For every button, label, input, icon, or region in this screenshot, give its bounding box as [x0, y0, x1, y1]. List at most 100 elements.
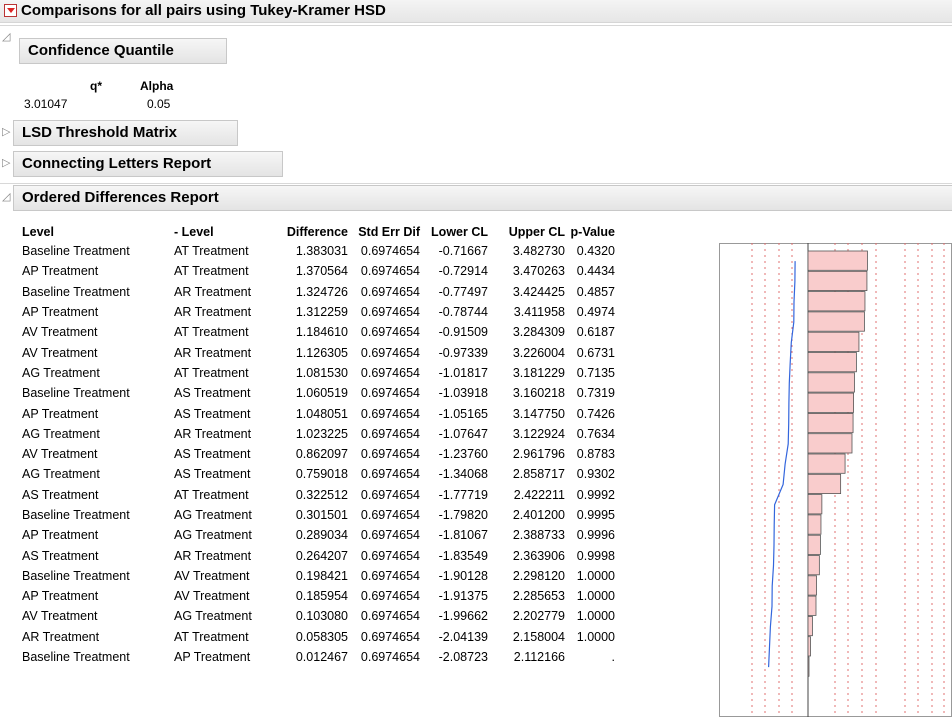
- difference-bar: [807, 270, 868, 291]
- cell-difference: 0.012467: [295, 650, 348, 665]
- cell-std-err-dif: 0.6974654: [360, 650, 420, 665]
- cell-std-err-dif: 0.6974654: [360, 284, 420, 299]
- cell-lower-cl: -0.71667: [438, 244, 488, 259]
- cell-difference: 1.060519: [295, 386, 348, 401]
- difference-bar: [807, 331, 860, 352]
- difference-bar: [807, 392, 855, 413]
- cell-lower-cl: -2.08723: [438, 650, 488, 665]
- lsd-threshold-matrix-header[interactable]: LSD Threshold Matrix: [13, 120, 238, 146]
- cell-std-err-dif: 0.6974654: [360, 447, 420, 462]
- cell-lower-cl: -0.72914: [438, 264, 488, 279]
- cell-std-err-dif: 0.6974654: [360, 508, 420, 522]
- cell-upper-cl: 3.482730: [512, 244, 565, 259]
- col-header-p-value: p-Value: [570, 225, 615, 239]
- cell-difference: 1.370564: [295, 264, 348, 279]
- table-row: Baseline Treatment AV Treatment 0.198421 0.…: [22, 566, 615, 586]
- cell-minus-level: AG Treatment: [174, 609, 252, 624]
- cell-upper-cl: 2.961796: [512, 447, 565, 462]
- cell-lower-cl: -2.04139: [438, 629, 488, 644]
- lsd-threshold-matrix-label: LSD Threshold Matrix: [22, 124, 178, 141]
- cell-lower-cl: -1.05165: [438, 406, 488, 421]
- cell-minus-level: AR Treatment: [174, 345, 252, 360]
- cell-std-err-dif: 0.6974654: [360, 589, 420, 604]
- cell-level: Baseline Treatment: [22, 284, 130, 299]
- cell-p-value: 0.4857: [576, 284, 615, 299]
- cell-std-err-dif: 0.6974654: [360, 467, 420, 482]
- cell-difference: 1.383031: [295, 244, 348, 259]
- cell-level: AR Treatment: [22, 629, 100, 644]
- cell-p-value: 0.7135: [576, 365, 615, 380]
- cell-p-value: .: [611, 650, 615, 665]
- difference-bar: [807, 453, 846, 474]
- cell-std-err-dif: 0.6974654: [360, 528, 420, 543]
- cell-level: AV Treatment: [22, 447, 98, 462]
- col-header-lower-cl: Lower CL: [431, 225, 488, 239]
- cell-p-value: 1.0000: [576, 629, 615, 644]
- cell-upper-cl: 3.122924: [512, 426, 565, 441]
- difference-bar: [807, 352, 857, 373]
- cell-lower-cl: -1.77719: [438, 487, 488, 502]
- cell-difference: 1.126305: [295, 345, 348, 360]
- table-header-row: Level - Level Difference Std Err Dif Low…: [22, 223, 615, 241]
- cell-upper-cl: 2.112166: [513, 650, 565, 665]
- cell-p-value: 0.9998: [576, 548, 615, 563]
- cell-upper-cl: 3.181229: [512, 365, 565, 380]
- difference-bar: [807, 412, 854, 434]
- cell-minus-level: AR Treatment: [174, 426, 252, 441]
- alpha-header: Alpha: [140, 79, 174, 93]
- cell-level: AV Treatment: [22, 345, 98, 360]
- cell-std-err-dif: 0.6974654: [360, 406, 420, 421]
- cell-level: Baseline Treatment: [22, 386, 130, 401]
- cell-difference: 0.058305: [295, 629, 348, 644]
- cell-upper-cl: 2.298120: [512, 568, 565, 583]
- ordered-differences-header[interactable]: Ordered Differences Report: [13, 185, 952, 211]
- cell-difference: 0.264207: [295, 548, 348, 563]
- cell-lower-cl: -1.34068: [438, 467, 488, 482]
- cell-difference: 1.048051: [295, 406, 348, 421]
- cell-p-value: 0.6731: [576, 345, 615, 360]
- table-row: AP Treatment AV Treatment 0.185954 0.697465…: [22, 586, 615, 606]
- cell-lower-cl: -0.97339: [438, 345, 488, 360]
- red-triangle-menu-icon[interactable]: [4, 4, 17, 17]
- cell-lower-cl: -1.07647: [438, 426, 488, 441]
- cell-level: Baseline Treatment: [22, 650, 130, 665]
- cell-upper-cl: 3.284309: [512, 325, 565, 340]
- cell-level: Baseline Treatment: [22, 244, 130, 259]
- q-star-value: 3.01047: [24, 97, 68, 111]
- table-row: Baseline Treatment AS Treatment 1.060519 0.…: [22, 383, 615, 403]
- connecting-letters-header[interactable]: Connecting Letters Report: [13, 151, 283, 177]
- difference-bar: [807, 494, 823, 515]
- cell-minus-level: AT Treatment: [174, 487, 249, 502]
- table-row: AS Treatment AR Treatment 0.264207 0.697465…: [22, 545, 615, 565]
- cell-difference: 0.185954: [295, 589, 348, 604]
- difference-bar: [807, 291, 866, 312]
- cell-p-value: 0.4320: [576, 244, 615, 259]
- cell-minus-level: AV Treatment: [174, 568, 250, 583]
- disclosure-open-icon[interactable]: ◿: [2, 30, 14, 44]
- cell-level: AG Treatment: [22, 365, 100, 380]
- cell-level: AV Treatment: [22, 325, 98, 340]
- cell-minus-level: AT Treatment: [174, 264, 249, 279]
- report-title: Comparisons for all pairs using Tukey-Kr…: [21, 2, 386, 19]
- cell-level: Baseline Treatment: [22, 568, 130, 583]
- cell-minus-level: AV Treatment: [174, 589, 250, 604]
- cell-lower-cl: -1.23760: [438, 447, 488, 462]
- difference-bar: [807, 534, 821, 555]
- cell-p-value: 1.0000: [576, 568, 615, 583]
- difference-bar: [807, 473, 842, 495]
- cell-difference: 1.023225: [295, 426, 348, 441]
- col-header-difference: Difference: [286, 225, 348, 239]
- cell-p-value: 0.9302: [576, 467, 615, 482]
- table-row: AV Treatment AG Treatment 0.103080 0.697465…: [22, 606, 615, 626]
- cell-p-value: 0.4434: [576, 264, 615, 279]
- cell-upper-cl: 3.424425: [512, 284, 565, 299]
- cell-lower-cl: -1.01817: [438, 365, 488, 380]
- cell-upper-cl: 2.388733: [512, 528, 565, 543]
- alpha-value: 0.05: [147, 97, 171, 111]
- confidence-quantile-header[interactable]: Confidence Quantile: [19, 38, 227, 64]
- table-row: AS Treatment AT Treatment 0.322512 0.697465…: [22, 485, 615, 505]
- cell-upper-cl: 3.226004: [512, 345, 565, 360]
- cell-std-err-dif: 0.6974654: [360, 629, 420, 644]
- table-row: Baseline Treatment AG Treatment 0.301501 0.…: [22, 505, 615, 525]
- cell-p-value: 0.7634: [576, 426, 615, 441]
